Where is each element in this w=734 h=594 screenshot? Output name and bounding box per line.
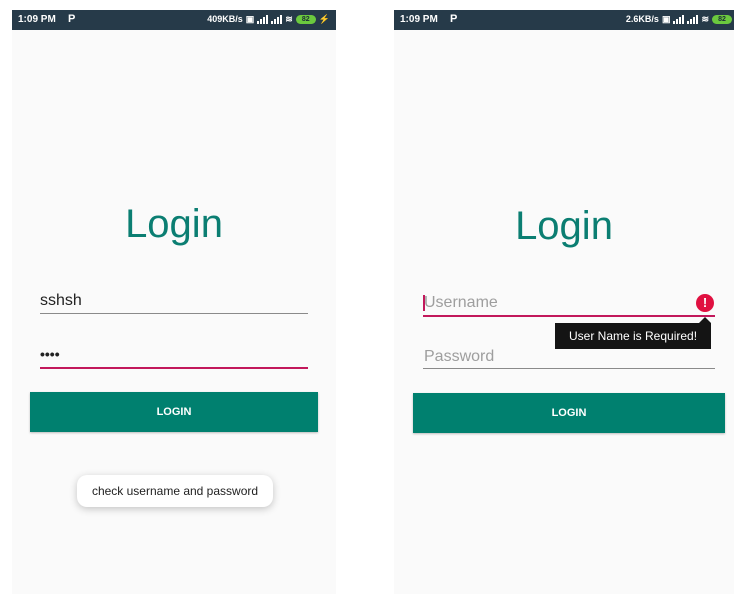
- battery-icon: 82: [295, 14, 316, 24]
- carrier-icon: P: [68, 13, 76, 25]
- volte-icon: ▣: [245, 14, 255, 24]
- signal-icon-2: [271, 14, 283, 24]
- left-login-screen: 1:09 PM P 409KB/s ▣ ≋ 82 ⚡ Login sshsh •…: [12, 10, 336, 594]
- password-underline: [40, 367, 308, 369]
- username-field[interactable]: sshsh: [40, 292, 82, 310]
- volte-icon: ▣: [661, 14, 671, 24]
- status-bar: 1:09 PM P 409KB/s ▣ ≋ 82 ⚡: [12, 10, 336, 30]
- username-underline: [40, 313, 308, 314]
- exclamation-icon: !: [696, 294, 714, 312]
- page-title: Login: [125, 202, 223, 246]
- status-time: 1:09 PM: [400, 14, 438, 25]
- carrier-icon: P: [450, 13, 458, 25]
- network-speed: 2.6KB/s: [625, 14, 659, 24]
- password-field[interactable]: ••••: [40, 346, 60, 362]
- password-underline: [423, 368, 715, 369]
- charging-icon: ⚡: [318, 14, 330, 24]
- signal-icon-2: [687, 14, 699, 24]
- status-icons: 409KB/s ▣ ≋ 82 ⚡: [207, 14, 330, 24]
- password-field[interactable]: Password: [424, 348, 494, 366]
- wifi-icon: ≋: [285, 14, 293, 24]
- page-title: Login: [515, 204, 613, 248]
- username-field[interactable]: Username: [424, 294, 498, 312]
- login-button[interactable]: LOGIN: [413, 393, 725, 433]
- wifi-icon: ≋: [701, 14, 709, 24]
- toast-message: check username and password: [77, 475, 273, 507]
- signal-icon: [673, 14, 685, 24]
- status-icons: 2.6KB/s ▣ ≋ 82: [626, 14, 732, 24]
- username-underline: [423, 315, 715, 317]
- error-popup: User Name is Required!: [555, 323, 712, 349]
- status-bar: 1:09 PM P 2.6KB/s ▣ ≋ 82: [394, 10, 734, 30]
- battery-icon: 82: [712, 14, 732, 24]
- network-speed: 409KB/s: [207, 14, 243, 24]
- right-login-screen: 1:09 PM P 2.6KB/s ▣ ≋ 82 Login Username …: [394, 10, 734, 594]
- signal-icon: [257, 14, 269, 24]
- login-button[interactable]: LOGIN: [30, 392, 318, 432]
- status-time: 1:09 PM: [18, 14, 56, 25]
